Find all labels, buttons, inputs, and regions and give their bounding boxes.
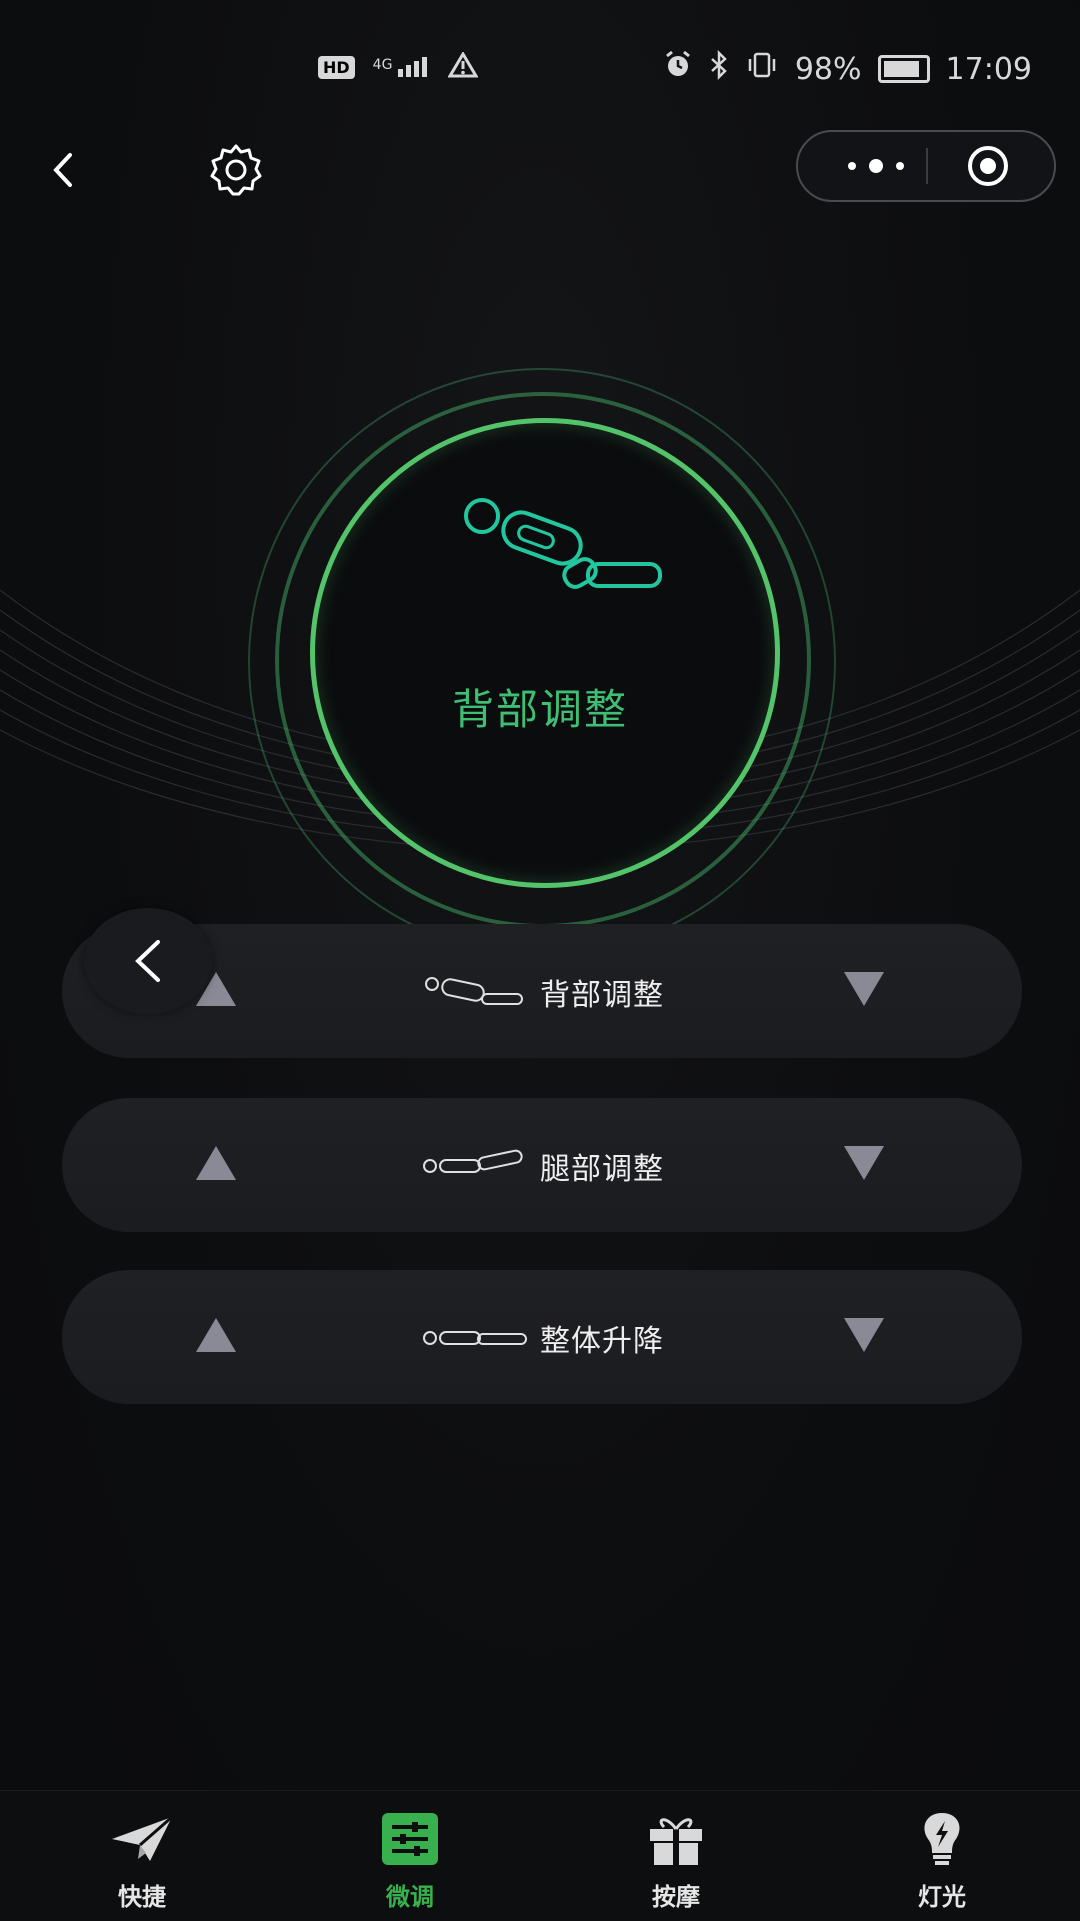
lift-icon xyxy=(423,1331,527,1345)
back-button[interactable] xyxy=(40,145,90,195)
hd-badge: HD xyxy=(318,55,355,79)
miniprogram-capsule xyxy=(796,130,1056,202)
hero-circle[interactable] xyxy=(310,418,780,888)
control-row-lift: 整体升降 xyxy=(62,1270,1022,1404)
network-type: 4G xyxy=(372,57,393,73)
gear-icon xyxy=(210,144,262,196)
control-label: 背部调整 xyxy=(540,978,664,1013)
clock: 17:09 xyxy=(945,51,1032,87)
warning-icon xyxy=(446,51,479,82)
status-bar: HD 4G 98% 17:09 xyxy=(0,44,1080,100)
status-right: 98% 17:09 xyxy=(663,49,1032,88)
bulb-icon xyxy=(924,1813,960,1865)
down-arrow-icon[interactable] xyxy=(842,1144,886,1182)
tab-label: 微调 xyxy=(386,1883,434,1911)
hero-title: 背部调整 xyxy=(451,685,628,734)
bottom-tab-bar: 快捷 微调 按摩 灯光 xyxy=(0,1790,1080,1921)
up-arrow-icon[interactable] xyxy=(194,1316,238,1354)
sliders-icon xyxy=(382,1813,438,1865)
tab-finetune[interactable]: 微调 xyxy=(340,1811,480,1912)
more-button[interactable] xyxy=(836,150,916,182)
target-icon xyxy=(968,146,1008,186)
gift-icon xyxy=(650,1818,702,1865)
chevron-left-icon xyxy=(135,940,160,982)
vibrate-icon xyxy=(745,50,779,88)
control-label: 腿部调整 xyxy=(540,1152,664,1187)
battery-fill xyxy=(883,61,919,77)
down-arrow-icon[interactable] xyxy=(842,1316,886,1354)
status-left: HD 4G xyxy=(318,51,479,82)
tab-light[interactable]: 灯光 xyxy=(872,1811,1012,1912)
capsule-divider xyxy=(926,148,928,184)
back-adjust-icon xyxy=(425,977,523,1005)
control-row-leg: 腿部调整 xyxy=(62,1098,1022,1232)
tab-label: 灯光 xyxy=(918,1883,966,1911)
down-arrow-icon[interactable] xyxy=(842,970,886,1008)
control-label: 整体升降 xyxy=(540,1324,664,1359)
more-dots-icon xyxy=(848,159,904,173)
reclining-person-icon xyxy=(464,498,662,589)
paper-plane-icon xyxy=(112,1815,173,1861)
tab-label: 按摩 xyxy=(652,1883,700,1911)
floating-back-button[interactable] xyxy=(84,908,212,1014)
tab-quick[interactable]: 快捷 xyxy=(72,1811,212,1912)
battery-percent: 98% xyxy=(794,51,862,87)
settings-button[interactable] xyxy=(206,140,266,200)
close-miniprogram-button[interactable] xyxy=(966,144,1010,188)
app-screen: HD 4G 98% 17:09 背部调整 背部调整 腿部调整 整体升降 快捷 微… xyxy=(0,0,1080,1921)
tab-massage[interactable]: 按摩 xyxy=(606,1811,746,1912)
leg-adjust-icon xyxy=(423,1149,523,1173)
back-arrow-icon xyxy=(53,153,72,187)
bluetooth-icon xyxy=(709,49,729,88)
tab-label: 快捷 xyxy=(118,1883,166,1911)
signal-icon: 4G xyxy=(373,57,430,77)
alarm-icon xyxy=(663,50,693,88)
up-arrow-icon[interactable] xyxy=(194,1144,238,1182)
battery-icon xyxy=(877,55,930,83)
